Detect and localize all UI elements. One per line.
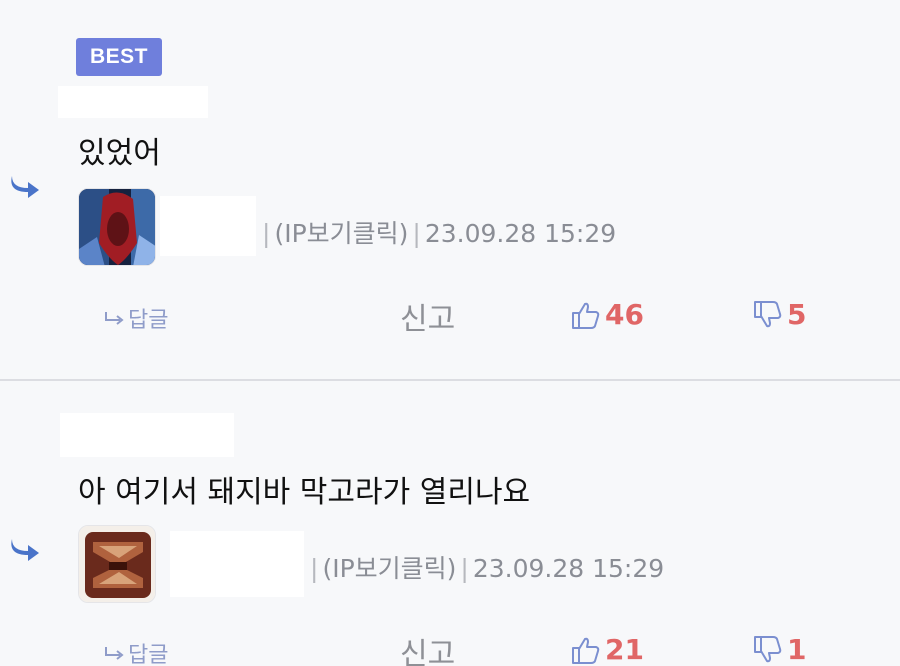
- reply-small-arrow-icon: [105, 312, 124, 325]
- timestamp: 23.09.28 15:29: [424, 219, 617, 248]
- thumbs-up-icon: [572, 637, 600, 664]
- redacted-username: [60, 413, 234, 457]
- like-button[interactable]: 46: [570, 298, 644, 331]
- like-count: 21: [605, 633, 644, 666]
- ip-view-link[interactable]: (IP보기클릭): [322, 554, 456, 583]
- best-badge: BEST: [76, 38, 162, 76]
- avatar[interactable]: [78, 525, 156, 603]
- reply-button[interactable]: 답글: [104, 302, 168, 334]
- like-count: 46: [605, 298, 644, 331]
- dislike-count: 5: [787, 298, 807, 331]
- comment-actions: 답글 신고 46 5: [0, 294, 900, 338]
- thumbs-down-icon: [754, 635, 782, 662]
- ip-view-link[interactable]: (IP보기클릭): [274, 219, 408, 248]
- reply-button[interactable]: 답글: [104, 637, 168, 666]
- dislike-button[interactable]: 1: [752, 633, 806, 666]
- dislike-button[interactable]: 5: [752, 298, 806, 331]
- comment-item: 아 여기서 돼지바 막고라가 열리나요 | (IP보기클릭) | 23.09.28 1…: [0, 381, 900, 666]
- comment-text: 아 여기서 돼지바 막고라가 열리나요: [78, 475, 531, 510]
- report-button[interactable]: 신고: [400, 294, 455, 338]
- reply-small-arrow-icon: [105, 647, 124, 660]
- reply-arrow-icon: [11, 539, 39, 561]
- comment-text: 있었어: [78, 136, 161, 171]
- like-button[interactable]: 21: [570, 633, 644, 666]
- comment-meta: | (IP보기클릭) | 23.09.28 15:29: [262, 219, 617, 248]
- redacted-nickname: [160, 196, 256, 256]
- avatar[interactable]: [78, 188, 156, 266]
- dislike-count: 1: [787, 633, 807, 666]
- redacted-username: [58, 86, 208, 118]
- avatar-red-hair-character-icon: [79, 189, 155, 265]
- report-button[interactable]: 신고: [400, 629, 455, 666]
- comment-meta: | (IP보기클릭) | 23.09.28 15:29: [310, 554, 665, 583]
- comment-actions: 답글 신고 21 1: [0, 631, 900, 666]
- reply-arrow-icon: [11, 176, 39, 198]
- thumbs-up-icon: [572, 302, 600, 329]
- timestamp: 23.09.28 15:29: [472, 554, 665, 583]
- comment-item: BEST 있었어 | (IP보기클릭) | 23.09.28 15:29 답글 신고: [0, 0, 900, 380]
- redacted-nickname: [170, 531, 304, 597]
- avatar-brown-emblem-icon: [79, 526, 155, 602]
- thumbs-down-icon: [754, 300, 782, 327]
